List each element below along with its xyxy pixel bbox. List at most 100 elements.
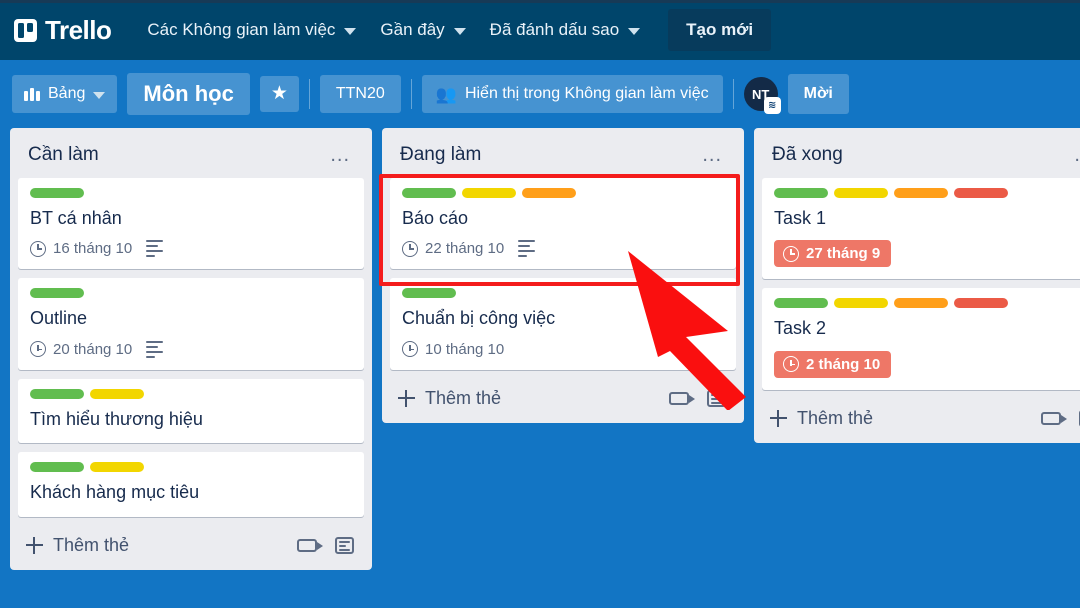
list-header: Cần làm... (18, 136, 364, 178)
card-label-orange[interactable] (894, 188, 948, 198)
due-date-badge[interactable]: 10 tháng 10 (402, 341, 504, 358)
card-badges: 10 tháng 10 (402, 341, 724, 358)
avatar-status-badge: ≋ (763, 97, 781, 114)
card-label-green[interactable] (30, 288, 84, 299)
card-template-icon[interactable] (335, 536, 354, 554)
card-label-green[interactable] (774, 298, 828, 309)
due-date-badge[interactable]: 2 tháng 10 (774, 350, 892, 378)
video-camera-icon[interactable] (1041, 411, 1067, 425)
card[interactable]: Chuẩn bị công việc 10 tháng 10 (390, 278, 736, 370)
create-new-button[interactable]: Tạo mới (668, 9, 772, 51)
invite-button[interactable]: Mời (787, 74, 849, 114)
video-camera-icon[interactable] (297, 538, 323, 552)
due-date-label: 2 tháng 10 (806, 355, 881, 373)
description-icon (518, 240, 536, 258)
list-footer: Thêm thẻ (18, 526, 364, 566)
card[interactable]: BT cá nhân 16 tháng 10 (18, 178, 364, 270)
board-title[interactable]: Môn học (127, 73, 250, 115)
card[interactable]: Task 2 2 tháng 10 (762, 288, 1080, 390)
due-date-badge[interactable]: 27 tháng 9 (774, 240, 892, 268)
video-camera-icon[interactable] (669, 391, 695, 405)
card[interactable]: Báo cáo 22 tháng 10 (390, 178, 736, 270)
due-date-label: 20 tháng 10 (53, 340, 133, 358)
chevron-down-icon (628, 27, 641, 35)
trello-wordmark: Trello (45, 14, 112, 45)
card-labels (774, 298, 1080, 309)
card-labels (402, 288, 724, 299)
workspace-visibility-icon: 👥 (435, 84, 457, 104)
list-column: Cần làm... BT cá nhân 16 tháng 10 Outline 20… (10, 128, 372, 570)
card-title: BT cá nhân (30, 208, 122, 228)
card-badges: 22 tháng 10 (402, 240, 724, 258)
due-date-badge[interactable]: 22 tháng 10 (402, 240, 504, 257)
card-title: Task 2 (774, 318, 827, 339)
header-divider (410, 79, 412, 109)
board-visibility-label: Hiển thị trong Không gian làm việc (464, 85, 709, 102)
card-label-green[interactable] (30, 188, 84, 198)
card-label-green[interactable] (30, 388, 84, 399)
card-label-red[interactable] (954, 298, 1008, 309)
card-label-green[interactable] (30, 462, 84, 473)
card-labels (30, 388, 352, 399)
due-date-badge[interactable]: 16 tháng 10 (30, 240, 132, 257)
nav-starred[interactable]: Đã đánh dấu sao (478, 11, 653, 49)
add-card-button[interactable]: Thêm thẻ (770, 408, 873, 429)
board-visibility-button[interactable]: 👥 Hiển thị trong Không gian làm việc (421, 75, 723, 113)
list-menu-icon[interactable]: ... (324, 145, 356, 165)
card-badges: 16 tháng 10 (30, 240, 352, 258)
chevron-down-icon (453, 27, 466, 35)
card-title: Outline (30, 308, 88, 329)
list-footer-icons (669, 389, 726, 407)
clock-icon (783, 245, 799, 262)
nav-workspaces-label: Các Không gian làm việc (147, 20, 336, 39)
card-label-orange[interactable] (894, 298, 948, 309)
workspace-code-button[interactable]: TTN20 (319, 75, 401, 113)
add-card-label: Thêm thẻ (53, 534, 130, 555)
card-label-yellow[interactable] (834, 298, 888, 309)
card-label-red[interactable] (954, 188, 1008, 198)
card-labels (30, 188, 352, 198)
nav-recent-label: Gần đây (380, 20, 445, 39)
clock-icon (30, 341, 46, 358)
card-template-icon[interactable] (707, 389, 726, 407)
list-title[interactable]: Đã xong (772, 144, 843, 166)
plus-icon (398, 389, 415, 407)
card[interactable]: Task 1 27 tháng 9 (762, 178, 1080, 280)
board-view-label: Bảng (48, 85, 86, 102)
card-label-yellow[interactable] (90, 462, 144, 473)
nav-recent[interactable]: Gần đây (368, 11, 477, 49)
card-labels (402, 188, 724, 198)
due-date-badge[interactable]: 20 tháng 10 (30, 341, 132, 358)
card-label-yellow[interactable] (462, 188, 516, 198)
star-icon: ★ (270, 83, 288, 104)
card[interactable]: Tìm hiểu thương hiệu (18, 378, 364, 444)
add-card-button[interactable]: Thêm thẻ (26, 535, 129, 556)
description-icon (146, 240, 164, 258)
list-menu-icon[interactable]: ... (696, 145, 728, 165)
card[interactable]: Khách hàng mục tiêu (18, 452, 364, 517)
list-footer: Thêm thẻ (390, 379, 736, 419)
due-date-label: 22 tháng 10 (425, 240, 505, 258)
list-footer-icons (297, 536, 354, 554)
card[interactable]: Outline 20 tháng 10 (18, 278, 364, 370)
card-label-orange[interactable] (522, 188, 576, 198)
card-label-green[interactable] (402, 288, 456, 299)
card-title: Báo cáo (402, 208, 469, 228)
trello-logo[interactable]: Trello (10, 15, 117, 46)
star-board-button[interactable]: ★ (259, 76, 299, 112)
board-view-switcher[interactable]: Bảng (12, 75, 118, 113)
list-footer-icons (1041, 409, 1080, 427)
nav-workspaces[interactable]: Các Không gian làm việc (135, 11, 368, 49)
list-title[interactable]: Đang làm (400, 144, 481, 166)
avatar[interactable]: NT ≋ (743, 77, 781, 114)
card-label-green[interactable] (402, 188, 456, 198)
chevron-down-icon (93, 91, 106, 99)
card-labels (774, 188, 1080, 198)
card-label-green[interactable] (774, 188, 828, 198)
card-label-yellow[interactable] (834, 188, 888, 198)
chevron-down-icon (344, 27, 357, 35)
add-card-button[interactable]: Thêm thẻ (398, 388, 501, 409)
list-menu-icon[interactable]: ... (1068, 145, 1080, 165)
card-label-yellow[interactable] (90, 388, 144, 399)
list-title[interactable]: Cần làm (28, 144, 99, 166)
